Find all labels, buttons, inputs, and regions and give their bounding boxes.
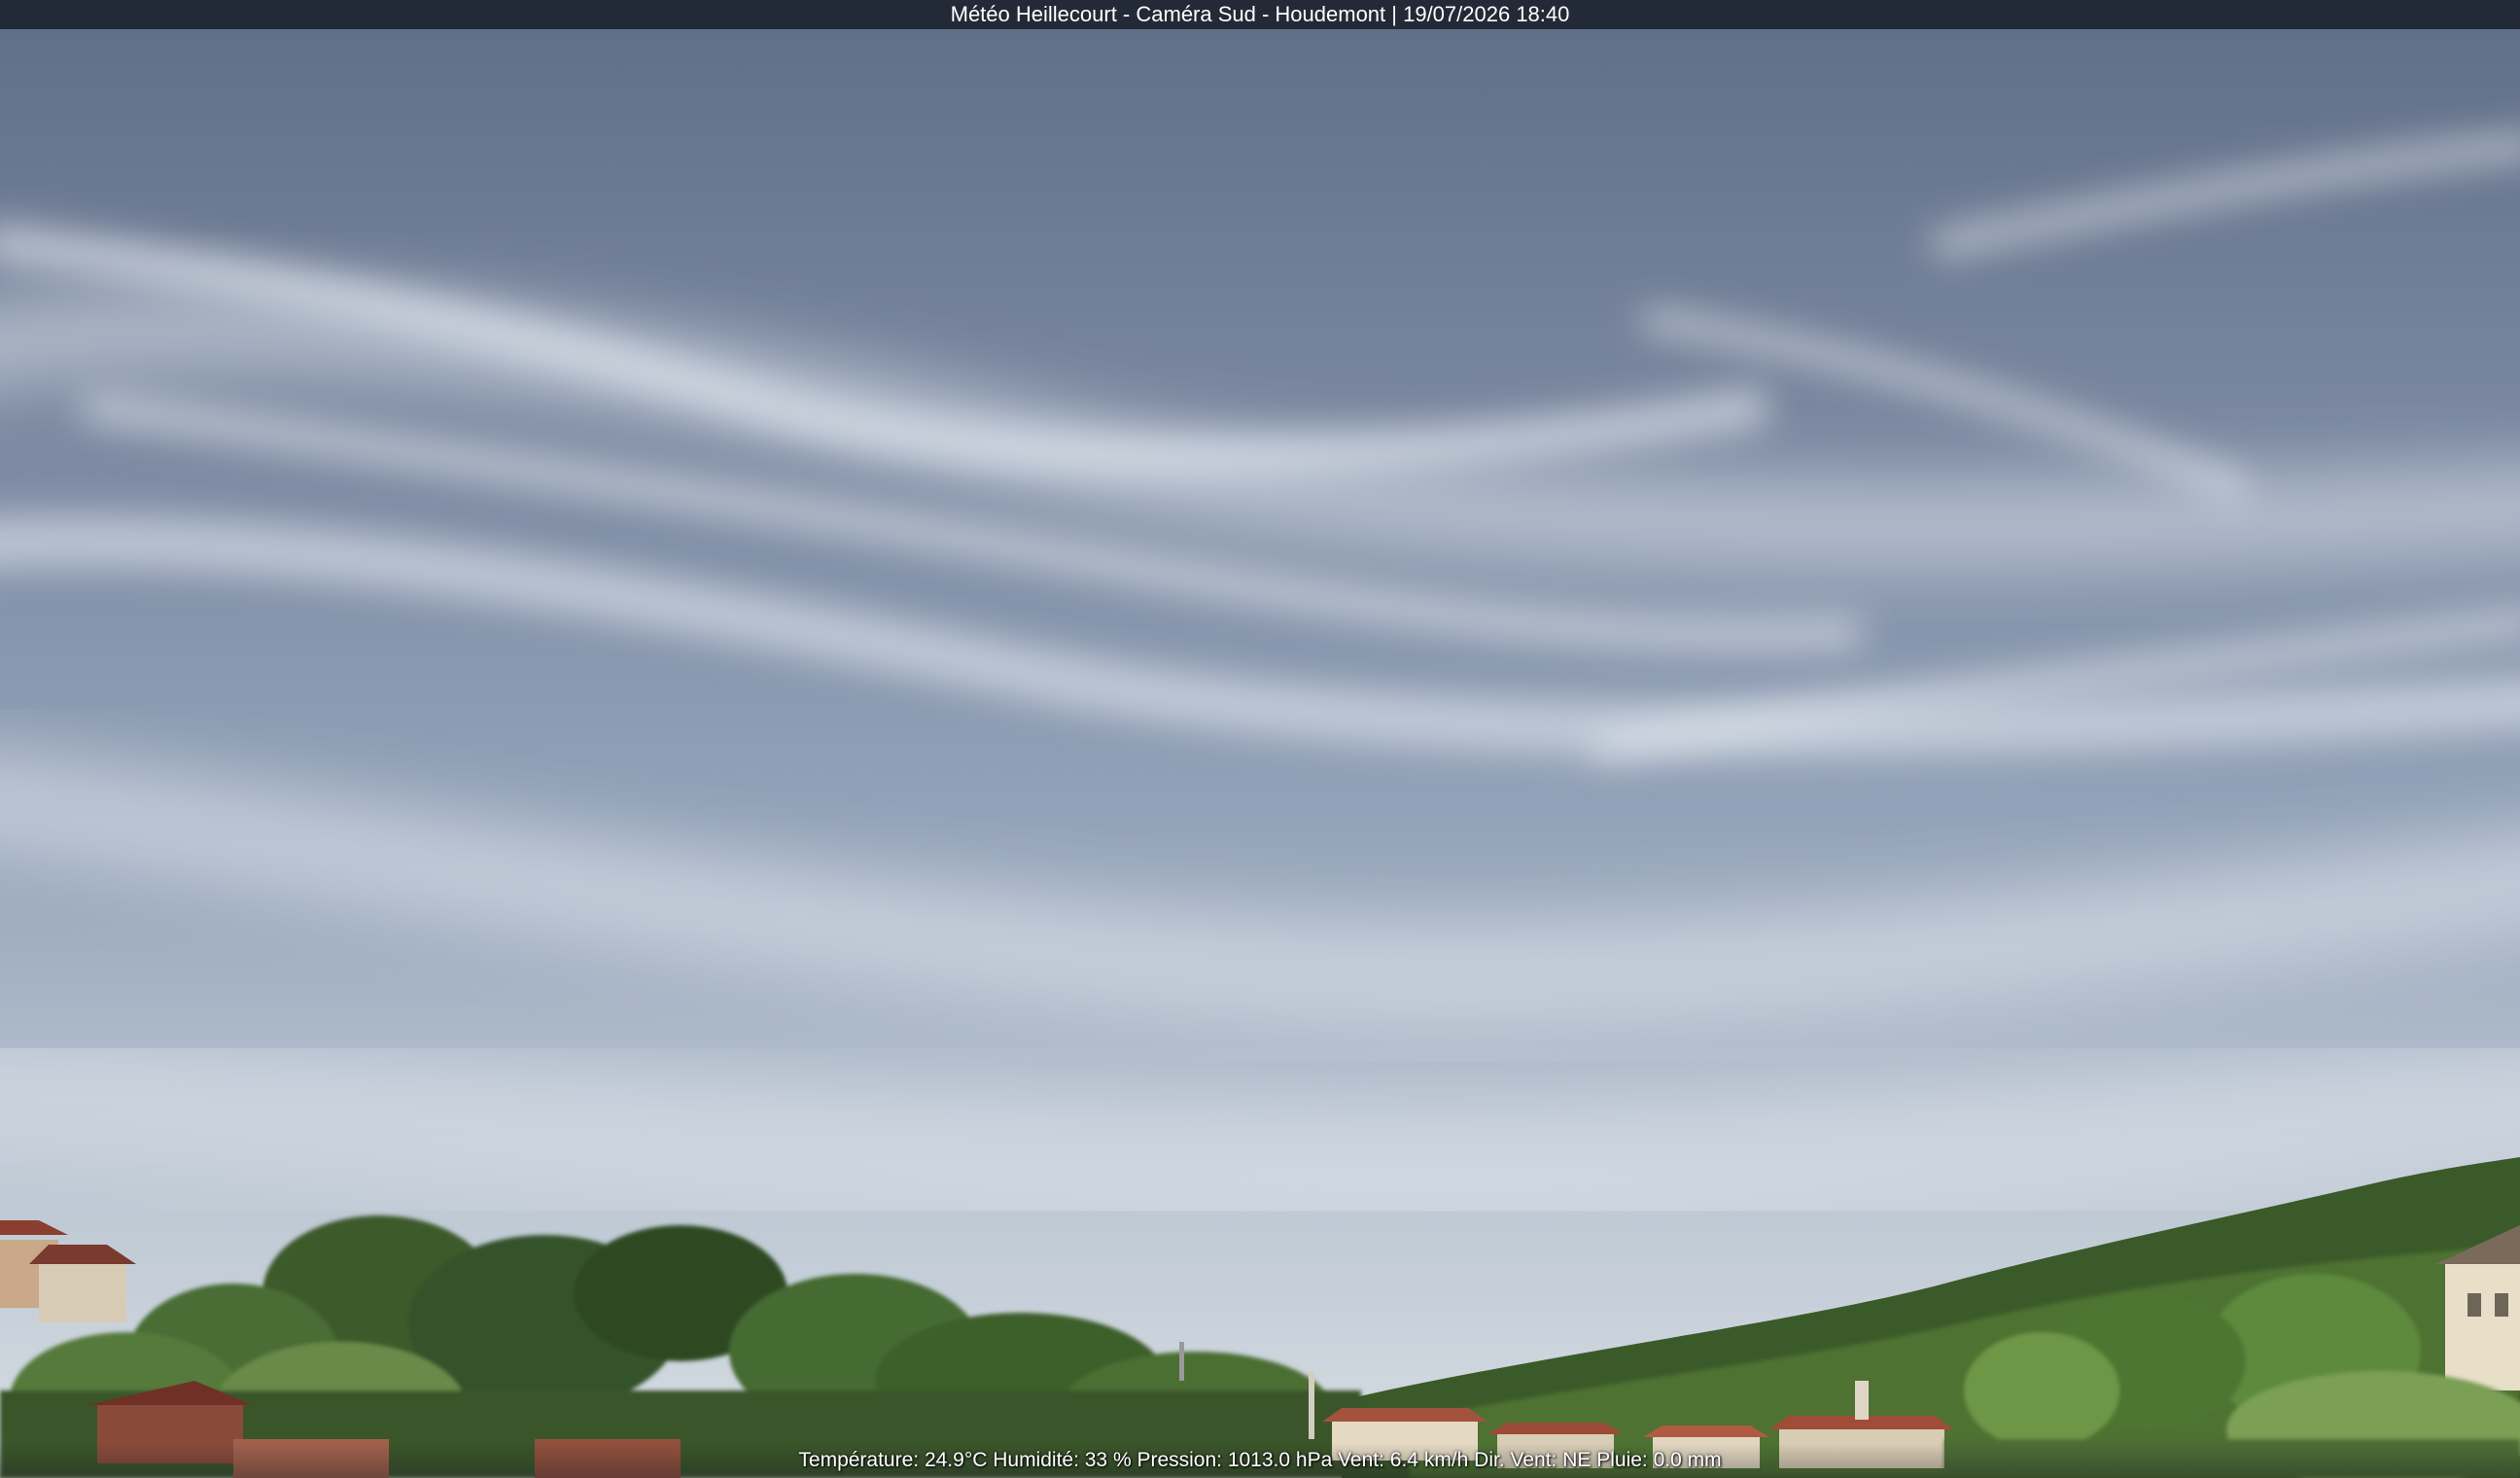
webcam-frame: Météo Heillecourt - Caméra Sud - Houdemo…: [0, 0, 2520, 1478]
camera-title: Météo Heillecourt - Caméra Sud - Houdemo…: [950, 2, 1570, 26]
weather-info-bar: Température: 24.9°C Humidité: 33 % Press…: [0, 1443, 2520, 1478]
weather-readout: Température: 24.9°C Humidité: 33 % Press…: [798, 1449, 1722, 1471]
webcam-image: [0, 0, 2520, 1478]
caption-bar: Météo Heillecourt - Caméra Sud - Houdemo…: [0, 0, 2520, 29]
